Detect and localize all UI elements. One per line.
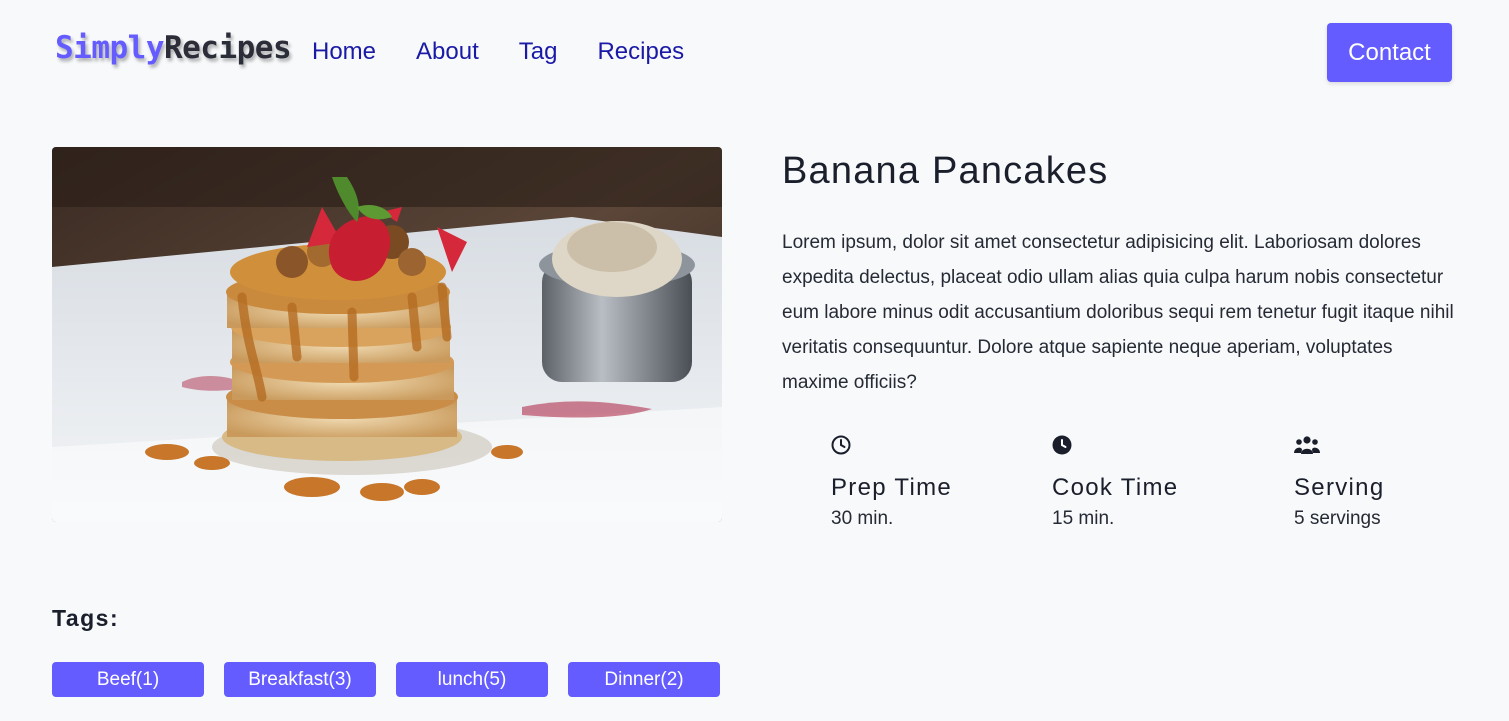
navbar: SimplyRecipes Home About Tag Recipes Con… <box>0 0 1509 105</box>
nav-links: Home About Tag Recipes <box>312 38 684 66</box>
clock-outline-icon <box>831 435 952 460</box>
nav-link-about[interactable]: About <box>416 38 479 66</box>
prep-time-value: 30 min. <box>831 508 894 529</box>
nav-link-tag[interactable]: Tag <box>519 38 558 66</box>
tag-dinner[interactable]: Dinner(2) <box>568 662 720 697</box>
nav-link-home[interactable]: Home <box>312 38 376 66</box>
cook-time-label: Cook Time <box>1052 474 1179 501</box>
brand-logo-part1: Simply <box>55 30 164 66</box>
recipe-image <box>52 147 722 522</box>
recipe-title: Banana Pancakes <box>782 150 1109 192</box>
cook-time-info: Cook Time 15 min. <box>1052 435 1178 530</box>
recipe-description: Lorem ipsum, dolor sit amet consectetur … <box>782 232 1454 393</box>
prep-time-info: Prep Time 30 min. <box>831 435 952 530</box>
brand-logo-part2: Recipes <box>163 30 292 66</box>
clock-solid-icon <box>1052 435 1178 460</box>
brand-logo[interactable]: SimplyRecipes <box>55 30 292 66</box>
pancakes-photo <box>52 147 722 522</box>
tag-beef[interactable]: Beef(1) <box>52 662 204 697</box>
nav-link-recipes[interactable]: Recipes <box>597 38 684 66</box>
users-icon <box>1294 435 1384 460</box>
serving-info: Serving 5 servings <box>1294 435 1384 530</box>
prep-time-label: Prep Time <box>831 474 953 501</box>
cook-time-value: 15 min. <box>1052 508 1115 529</box>
tags-heading: Tags: <box>52 605 120 631</box>
serving-value: 5 servings <box>1294 508 1381 529</box>
tag-lunch[interactable]: lunch(5) <box>396 662 548 697</box>
tag-breakfast[interactable]: Breakfast(3) <box>224 662 376 697</box>
contact-button[interactable]: Contact <box>1327 23 1452 82</box>
serving-label: Serving <box>1294 474 1385 501</box>
tags-list: Beef(1) Breakfast(3) lunch(5) Dinner(2) <box>52 662 720 697</box>
